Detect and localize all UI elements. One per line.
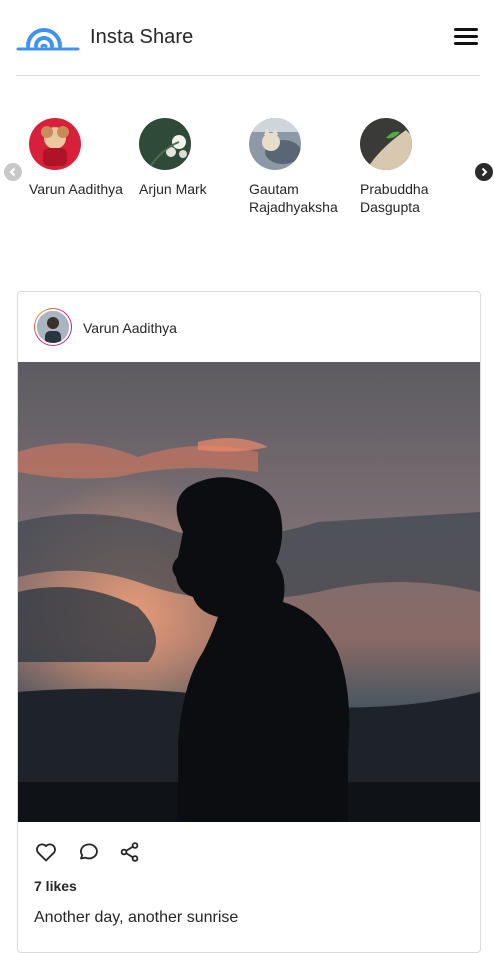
post-header: Varun Aadithya [18, 292, 480, 362]
heart-icon[interactable] [34, 840, 58, 864]
comment-icon[interactable] [76, 840, 100, 864]
post-author-avatar[interactable] [34, 308, 72, 346]
story-username: Arjun Mark [139, 181, 207, 197]
share-icon[interactable] [118, 840, 142, 864]
post-author-username[interactable]: Varun Aadithya [83, 320, 177, 336]
story-avatar [360, 118, 412, 170]
story-item[interactable]: Arjun Mark [139, 118, 249, 198]
story-avatar [29, 118, 81, 170]
post-card: Varun Aadithya 7 likes Another day, anot… [17, 291, 481, 953]
stories-carousel: Varun Aadithya Arjun Mark Gautam Rajadhy… [0, 110, 494, 230]
chevron-right-icon[interactable] [475, 163, 493, 181]
header-divider [16, 75, 480, 76]
story-item[interactable]: Gautam Rajadhyaksha [249, 118, 359, 216]
story-avatar [249, 118, 301, 170]
chevron-left-icon[interactable] [4, 163, 22, 181]
likes-count: 7 likes [34, 878, 77, 894]
story-item[interactable]: Prabuddha Dasgupta [360, 118, 470, 216]
app-header: Insta Share [0, 0, 494, 76]
post-image[interactable] [18, 362, 480, 822]
story-username: Gautam Rajadhyaksha [249, 181, 338, 215]
hamburger-menu-icon[interactable] [454, 28, 478, 48]
insta-share-logo-icon[interactable] [16, 20, 80, 52]
post-caption: Another day, another sunrise [34, 909, 239, 926]
story-avatar [139, 118, 191, 170]
post-actions [34, 840, 234, 866]
story-item[interactable]: Varun Aadithya [29, 118, 139, 198]
story-username: Varun Aadithya [29, 181, 123, 197]
app-title: Insta Share [90, 26, 194, 48]
story-username: Prabuddha Dasgupta [360, 181, 429, 215]
